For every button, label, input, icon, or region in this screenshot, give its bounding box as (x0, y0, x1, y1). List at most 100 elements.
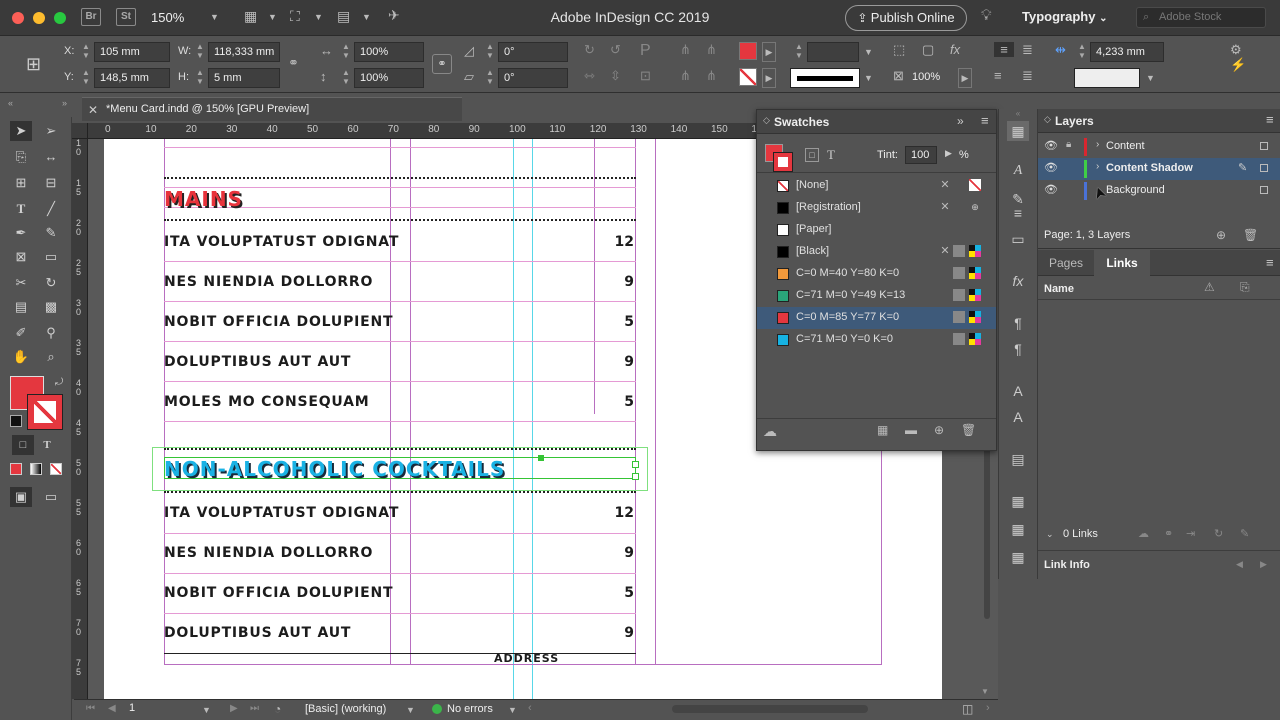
layer-target-icon[interactable] (1260, 164, 1268, 172)
h-stepper[interactable]: ▲ ▼ (194, 68, 206, 88)
vertical-ruler[interactable]: 1 0 1 5 2 0 2 5 3 0 3 5 4 0 4 5 5 0 5 5 6 0 6 5 7 0 7… (72, 139, 88, 717)
screen-mode-dropdown-icon[interactable]: ▼ (314, 12, 323, 22)
next-page-icon[interactable]: ▶ (230, 703, 238, 714)
zoom-tool-icon[interactable]: ⌕ (40, 347, 62, 367)
text-wrap-icon[interactable]: ⬚ (893, 42, 905, 58)
menu-item[interactable]: ITA VOLUPTATUST ODIGNAT 12 (164, 234, 636, 258)
h-field[interactable]: 5 mm (208, 68, 280, 88)
rotate-field[interactable]: 0° (498, 42, 568, 62)
page-column-icon[interactable]: ⎘ (1240, 280, 1250, 295)
eyedropper-tool-icon[interactable]: ⚲ (40, 323, 62, 343)
stroke-weight-dropdown-icon[interactable]: ▼ (864, 47, 873, 57)
paragraph-panel-icon[interactable]: ¶ (1007, 313, 1029, 333)
quick-apply-icon[interactable]: ⚡ (1230, 57, 1246, 73)
default-fill-stroke-icon[interactable] (10, 415, 22, 427)
scroll-down-icon[interactable]: ▼ (981, 687, 989, 696)
rectangle-tool-icon[interactable]: ▭ (40, 247, 62, 267)
cc-link-icon[interactable]: ☁ (1138, 527, 1149, 540)
visibility-eye-icon[interactable]: 👁︎ (1044, 139, 1058, 152)
sync-icon[interactable]: ◔ (274, 702, 281, 716)
warning-icon[interactable]: ⚠ (1204, 280, 1215, 294)
new-layer-icon[interactable]: ⊕ (1216, 228, 1226, 242)
y-field[interactable]: 148,5 mm (94, 68, 170, 88)
opacity-dropdown-icon[interactable]: ▶ (958, 68, 972, 88)
y-stepper[interactable]: ▲ ▼ (80, 68, 92, 88)
chevron-right-icon[interactable]: › (1096, 139, 1099, 150)
direct-selection-tool-icon[interactable]: ➢ (40, 121, 62, 141)
collapse-panel-icon[interactable]: ◇ (1044, 114, 1051, 125)
menu-item[interactable]: DOLUPTIBUS AUT AUT 9 (164, 354, 636, 378)
swatch-row[interactable]: [None] ✕ (757, 175, 996, 197)
shear-field[interactable]: 0° (498, 68, 568, 88)
select-next-icon[interactable]: ⋔ (706, 42, 717, 58)
note-tool-icon[interactable]: ✐ (10, 323, 32, 343)
normal-view-icon[interactable]: ▣ (10, 487, 32, 507)
glyphs-panel-icon[interactable]: A (1007, 407, 1029, 427)
menu-item[interactable]: NES NIENDIA DOLLORRO 9 (164, 545, 636, 569)
tint-field[interactable]: 100 (905, 146, 937, 164)
swatch-row[interactable]: C=71 M=0 Y=0 K=0 (757, 329, 996, 351)
flip-horizontal-icon[interactable]: ⇿ (584, 68, 595, 84)
distribute-icon[interactable]: ≡ (994, 68, 1002, 83)
workspace-switcher[interactable]: Typography ⌄ (1022, 9, 1107, 24)
fill-swatch[interactable] (739, 42, 757, 60)
layer-row[interactable]: 👁︎ › Content Shadow ✎ (1038, 158, 1280, 180)
pencil-tool-icon[interactable]: ✎ (40, 223, 62, 243)
drop-shadow-icon[interactable]: ▢ (922, 42, 934, 58)
chevron-right-icon[interactable]: › (1096, 161, 1099, 172)
lock-icon[interactable]: 🔒︎ (1066, 139, 1071, 150)
line-tool-icon[interactable]: ╱ (40, 199, 62, 219)
lightbulb-icon[interactable]: 💡︎ (981, 7, 992, 24)
free-transform-tool-icon[interactable]: ↻ (40, 273, 62, 293)
last-page-icon[interactable]: ⏭ (250, 703, 259, 714)
goto-link-icon[interactable]: ⇥ (1186, 527, 1195, 540)
first-page-icon[interactable]: ⏮ (86, 703, 95, 714)
stock-button[interactable]: St (116, 8, 136, 26)
rotate-90-ccw-icon[interactable]: ↺ (610, 42, 621, 58)
previous-page-icon[interactable]: ◀ (108, 703, 116, 714)
collapse-toolbar-icon[interactable]: « (8, 98, 13, 108)
swatches-header[interactable]: ◇ Swatches » ≡ (757, 110, 996, 134)
view-options-dropdown-icon[interactable]: ▼ (268, 12, 277, 22)
apply-gradient-icon[interactable] (30, 463, 42, 475)
stroke-color-swatch[interactable] (28, 395, 62, 429)
select-previous-icon[interactable]: ⋔ (680, 42, 691, 58)
page-number-field[interactable]: 1 (124, 700, 212, 719)
paragraph-styles-icon[interactable]: ¶ (1007, 339, 1029, 359)
swatch-stroke-box[interactable] (774, 153, 792, 171)
gradient-feather-tool-icon[interactable]: ▩ (40, 297, 62, 317)
text-wrap-panel-icon[interactable]: ▤ (1007, 449, 1029, 469)
swatch-views-icon[interactable]: ▦ (877, 423, 888, 437)
scale-y-field[interactable]: 100% (354, 68, 424, 88)
shear-stepper[interactable]: ▲ ▼ (484, 68, 496, 88)
zoom-dropdown-icon[interactable]: ▼ (210, 12, 219, 22)
scale-y-stepper[interactable]: ▲ ▼ (340, 68, 352, 88)
scissors-tool-icon[interactable]: ✂ (10, 273, 32, 293)
expand-panel-icon[interactable]: » (957, 114, 964, 128)
layer-target-icon[interactable] (1260, 186, 1268, 194)
align-center-icon[interactable]: ≣ (1022, 42, 1033, 58)
character-styles-icon[interactable]: A (1007, 161, 1029, 181)
arrange-dropdown-icon[interactable]: ▼ (362, 12, 371, 22)
cocktails-heading[interactable]: NON-ALCOHOLIC COCKTAILS (164, 457, 505, 481)
selection-container-icon[interactable]: P (640, 42, 651, 60)
screen-mode-icon[interactable]: ⛶ (290, 8, 300, 25)
chevron-down-icon[interactable]: ⌄ (1046, 529, 1054, 540)
stroke-dropdown-icon[interactable]: ▶ (762, 68, 776, 88)
align-left-icon[interactable]: ≡ (994, 42, 1014, 57)
swatches-panel-icon[interactable]: ▦ (1007, 121, 1029, 141)
flip-vertical-icon[interactable]: ⇳ (610, 68, 621, 84)
preview-mode-icon[interactable]: ▭ (40, 487, 62, 507)
w-field[interactable]: 118,333 mm (208, 42, 280, 62)
gpu-icon[interactable]: ✈ (388, 7, 400, 24)
reference-point-icon[interactable]: ⊞ (26, 51, 52, 77)
constrain-proportions-icon[interactable]: ⚭ (288, 55, 299, 71)
column-name[interactable]: Name (1044, 283, 1074, 295)
selection-tool-icon[interactable]: ➤ (10, 121, 32, 141)
frame-handle[interactable] (632, 473, 639, 480)
arrange-documents-icon[interactable]: ▤ (337, 8, 350, 25)
panel-menu-icon[interactable]: ≡ (981, 113, 989, 128)
apply-color-icon[interactable] (10, 463, 22, 475)
document-tab[interactable]: ✕ *Menu Card.indd @ 150% [GPU Preview] (82, 97, 462, 121)
edit-original-icon[interactable]: ✎ (1240, 527, 1249, 540)
